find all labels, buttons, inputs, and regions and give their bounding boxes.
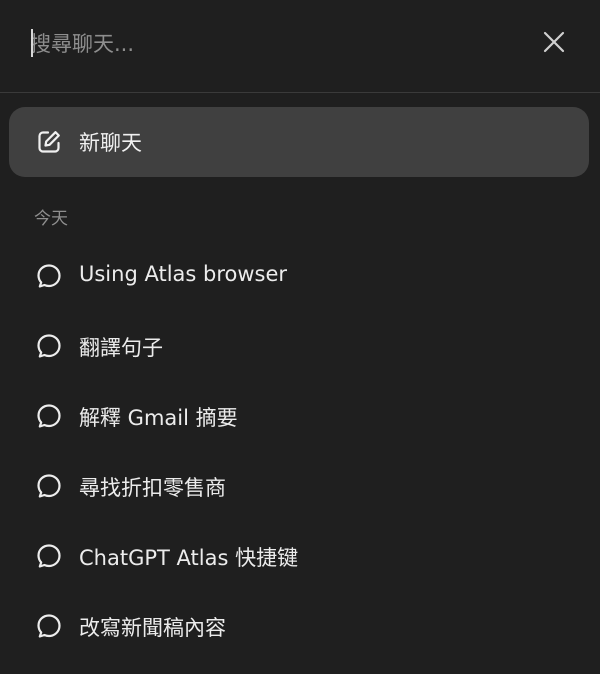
chat-bubble-icon — [37, 264, 61, 288]
list-item[interactable]: 尋找折扣零售商 — [0, 451, 600, 521]
list-item[interactable]: ChatGPT Atlas 快捷键 — [0, 521, 600, 591]
list-item[interactable]: 翻譯句子 — [0, 311, 600, 381]
close-icon — [543, 31, 565, 53]
chat-title: Using Atlas browser — [79, 262, 288, 286]
chat-bubble-icon — [37, 404, 61, 428]
new-chat-button[interactable]: 新聊天 — [9, 107, 589, 177]
list-item[interactable]: Using Atlas browser — [0, 241, 600, 311]
new-chat-label: 新聊天 — [79, 131, 142, 155]
chat-title: 翻譯句子 — [79, 336, 163, 360]
search-input[interactable] — [30, 24, 510, 64]
chat-title: ChatGPT Atlas 快捷键 — [79, 546, 299, 570]
text-caret — [31, 29, 33, 57]
chat-bubble-icon — [37, 474, 61, 498]
list-item[interactable]: 改寫新聞稿內容 — [0, 591, 600, 661]
chat-list: Using Atlas browser 翻譯句子 解釋 Gmail 摘要 尋找折… — [0, 241, 600, 661]
chat-bubble-icon — [37, 614, 61, 638]
search-bar — [0, 0, 600, 93]
chat-title: 改寫新聞稿內容 — [79, 616, 226, 640]
chat-bubble-icon — [37, 334, 61, 358]
chat-history-panel: 新聊天 今天 Using Atlas browser 翻譯句子 解釋 Gmail… — [0, 0, 600, 674]
close-button[interactable] — [536, 24, 572, 60]
chat-title: 解釋 Gmail 摘要 — [79, 406, 238, 430]
chat-title: 尋找折扣零售商 — [79, 476, 226, 500]
chat-bubble-icon — [37, 544, 61, 568]
list-item[interactable]: 解釋 Gmail 摘要 — [0, 381, 600, 451]
section-title-today: 今天 — [34, 209, 68, 229]
edit-icon — [38, 131, 60, 153]
